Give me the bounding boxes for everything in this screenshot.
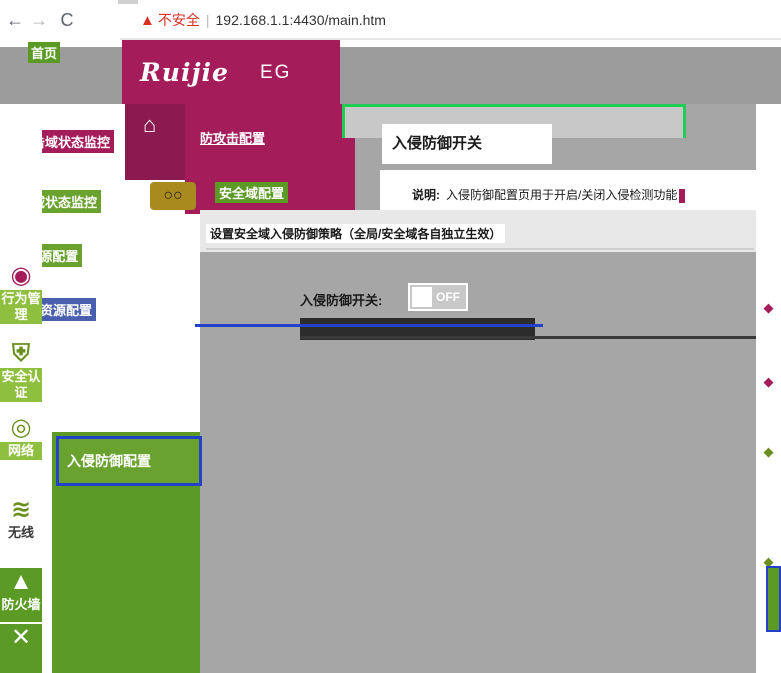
home-tile[interactable]: ⌂ <box>125 104 185 180</box>
address-bar[interactable]: ▲ 不安全 | 192.168.1.1:4430/main.htm <box>140 8 386 32</box>
shield-icon: ⛨ <box>12 340 30 367</box>
tab-divider <box>206 248 754 250</box>
back-button[interactable]: ← <box>4 9 26 31</box>
home-label[interactable]: 首页 <box>28 42 61 63</box>
panel-bottom-rule <box>300 336 756 339</box>
nav-network[interactable]: ◎ 网络 <box>0 414 42 460</box>
ips-switch-toggle[interactable]: OFF <box>408 283 468 311</box>
menu-attack-config[interactable]: 防攻击配置 <box>200 128 266 147</box>
nav-label: 防火墙 <box>1 597 41 612</box>
nav-security-auth[interactable]: ⛨ 安全认证 <box>0 340 42 402</box>
tools-icon: ✕ <box>10 624 32 651</box>
address-separator: | <box>205 12 210 28</box>
forward-button[interactable]: → <box>28 9 50 31</box>
zone-icon[interactable]: ○○ <box>150 182 196 210</box>
behavior-icon: ◉ <box>10 262 32 289</box>
model-label: EG <box>260 62 292 83</box>
selection-outline <box>195 324 543 327</box>
nav-label: 无线 <box>0 524 42 542</box>
primary-nav: ◉ 行为管理 ⛨ 安全认证 ◎ 网络 ≋ 无线 ▲ 防火墙 ✕ <box>0 104 42 673</box>
right-fragment-icon: ◆ <box>763 374 774 389</box>
note-label: 说明: <box>412 188 440 202</box>
note-text: 入侵防御配置页用于开启/关闭入侵检测功能 <box>446 188 678 202</box>
toggle-knob <box>412 287 432 307</box>
header-band <box>0 47 781 104</box>
menu-zone-config[interactable]: 安全域配置 <box>215 182 289 203</box>
right-fragment-active <box>766 566 781 632</box>
nav-wireless[interactable]: ≋ 无线 <box>0 496 42 542</box>
wifi-icon: ≋ <box>10 496 32 523</box>
policy-tab[interactable]: 设置安全域入侵防御策略（全局/安全域各自独立生效） <box>206 224 506 243</box>
firewall-icon: ▲ <box>9 568 33 595</box>
nav-label: 安全认证 <box>0 368 42 402</box>
home-icon: ⌂ <box>143 112 157 137</box>
nav-label: 行为管理 <box>0 290 42 324</box>
toggle-state: OFF <box>436 290 460 304</box>
nav-firewall[interactable]: ▲ 防火墙 <box>0 568 42 622</box>
browser-toolbar: ← → C ▲ 不安全 | 192.168.1.1:4430/main.htm <box>0 0 781 40</box>
url-text[interactable]: 192.168.1.1:4430/main.htm <box>216 12 386 28</box>
nav-tools[interactable]: ✕ <box>0 624 42 673</box>
brand-block: Ruijie EG <box>122 40 340 104</box>
right-fragment-icon: ◆ <box>763 300 774 315</box>
reload-button[interactable]: C <box>56 9 78 31</box>
nav-behavior-management[interactable]: ◉ 行为管理 <box>0 262 42 324</box>
nav-label: 网络 <box>0 442 42 460</box>
insecure-label[interactable]: 不安全 <box>158 12 200 28</box>
tab-fragment <box>118 0 138 4</box>
right-fragment-icon: ◆ <box>763 444 774 459</box>
panel-note: 说明: 入侵防御配置页用于开启/关闭入侵检测功能 <box>412 186 687 203</box>
panel-title: 入侵防御开关 <box>392 135 483 152</box>
warning-icon: ▲ <box>140 12 155 29</box>
switch-label: 入侵防御开关: <box>300 293 383 308</box>
ruijie-logo: Ruijie <box>140 58 229 87</box>
subnav-ips-config[interactable]: 入侵防御配置 <box>56 436 202 486</box>
network-icon: ◎ <box>10 414 32 441</box>
note-marker <box>679 188 686 203</box>
